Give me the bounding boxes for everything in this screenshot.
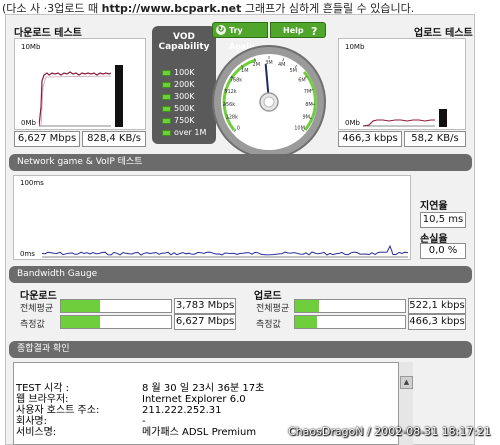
gauge-tick-label: 6M	[298, 78, 306, 84]
upload-graph-line	[363, 119, 435, 127]
top-note-suffix: 그래프가 심하게 흔들릴 수 있습니다.	[241, 2, 415, 14]
download-measured-label: 측정값	[20, 320, 45, 330]
network-scale-bottom: 0ms	[20, 250, 35, 258]
upload-measured-bar-fill	[295, 316, 317, 328]
network-graph-line	[42, 244, 408, 256]
download-graph-panel: 10Mb 0Mb	[14, 38, 146, 130]
download-speed-kbs: 828,4 KB/s	[82, 131, 146, 147]
upload-test-title: 업로드 테스트	[414, 28, 473, 39]
vod-level-300k: 300K	[162, 92, 195, 101]
bandwidth-section-header: Bandwidth Gauge	[9, 266, 472, 283]
gauge-tick-label: 1M	[241, 68, 249, 74]
led-icon	[162, 105, 171, 112]
gauge-tick-label: 9M	[302, 115, 310, 121]
upload-graph	[363, 119, 435, 127]
download-measured-bar-fill	[61, 316, 100, 328]
upload-avg-bar-fill	[295, 300, 320, 312]
summary-row-service: 서비스명: 메가패스 ADSL Premium	[16, 427, 257, 438]
gauge-tick-label: 8M	[305, 102, 313, 108]
loss-value: 0,0 %	[420, 243, 466, 259]
led-icon	[162, 117, 171, 124]
upload-avg-bar	[294, 299, 406, 313]
latency-value: 10,5 ms	[420, 212, 466, 228]
download-measured-bar	[60, 315, 172, 329]
top-note: (다소 사 ·3업로드 때 http://www.bcpark.net 그래프가…	[0, 0, 500, 14]
download-avg-bar-fill	[61, 300, 100, 312]
summary-row-test-time: TEST 시각 :8 월 30 일 23시 36분 17초	[16, 383, 265, 394]
gauge-tick-label: 0	[237, 126, 240, 132]
download-scale-bottom: 0Mb	[21, 119, 36, 127]
download-graph	[39, 71, 111, 127]
vod-title-line1: VOD	[173, 32, 195, 42]
gauge-tick-label: 256k	[223, 102, 236, 108]
upload-speed-kbs: 58,2 KB/s	[404, 131, 466, 147]
download-test-title: 다운로드 테스트	[14, 28, 82, 39]
upload-graph-panel: 10Mb 0Mb	[338, 38, 466, 130]
gauge-tick-label: 7M	[304, 89, 312, 95]
download-level-meter	[115, 65, 123, 127]
download-avg-value: 3,783 Mbps	[174, 298, 236, 314]
summary-section-header: 종합결과 확인	[9, 341, 472, 358]
gauge-tick-label: 5M	[289, 68, 297, 74]
vod-level-750k: 750K	[162, 116, 195, 125]
upload-measured-label: 측정값	[256, 320, 281, 330]
upload-measured-value: 466,3 kbps	[408, 314, 466, 330]
upload-scale-top: 10Mb	[345, 43, 365, 51]
led-icon	[162, 69, 171, 76]
network-scale-top: 100ms	[20, 179, 44, 187]
site-url[interactable]: http://www.bcpark.net	[102, 2, 242, 14]
download-avg-label: 전체평균	[20, 304, 54, 314]
network-section-header: Network game & VoIP 테스트	[9, 154, 472, 171]
upload-avg-value: 522,1 kbps	[408, 298, 466, 314]
watermark: ChaosDragoN / 2002-08-31 18:17:21	[288, 425, 492, 438]
bandwidth-download-title: 다운로드	[20, 291, 57, 302]
download-speed-mbps: 6,627 Mbps	[14, 131, 80, 147]
vod-level-200k: 200K	[162, 80, 195, 89]
refresh-icon: ↻	[216, 25, 226, 35]
vod-capability-panel: VOD Capability 100K 200K 300K 500K 750K …	[152, 26, 216, 144]
gauge-hub-center	[263, 96, 275, 108]
upload-avg-label: 전체평균	[256, 304, 290, 314]
summary-row-company: 회사명: -	[16, 416, 146, 427]
gauge-tick-label: 4M	[278, 62, 286, 68]
scroll-up-icon[interactable]: ▲	[400, 376, 413, 389]
speed-gauge: ↻ Try Again Help ? 0 128k 256k 512k 768k 1M 2M…	[210, 20, 330, 168]
gauge-dial: 0128k256k512k768k1M2M 3M 4M5M6M7M8M9M10M	[212, 45, 326, 159]
latency-label: 지연율	[420, 201, 448, 212]
vod-level-500k: 500K	[162, 104, 195, 113]
network-graph	[42, 244, 408, 258]
vod-level-100k: 100K	[162, 68, 195, 77]
top-note-prefix: (다소 사 ·3업로드 때	[2, 2, 102, 14]
gauge-tick-label: 768k	[230, 78, 243, 84]
vod-title-line2: Capability	[158, 42, 210, 52]
download-avg-bar	[60, 299, 172, 313]
gauge-tick-label: 128k	[226, 115, 239, 121]
try-again-button[interactable]: ↻ Try Again	[212, 22, 268, 51]
network-graph-panel: 100ms 0ms	[13, 175, 411, 260]
help-button[interactable]: Help ?	[270, 22, 326, 38]
bandwidth-upload-title: 업로드	[254, 291, 282, 302]
upload-speed-kbps: 466,3 kbps	[338, 131, 402, 147]
upload-level-meter	[439, 109, 447, 127]
help-label: Help	[283, 26, 304, 35]
vod-level-over-1m: over 1M	[162, 128, 206, 137]
upload-measured-bar	[294, 315, 406, 329]
led-icon	[162, 129, 171, 136]
led-icon	[162, 93, 171, 100]
upload-scale-bottom: 0Mb	[345, 119, 360, 127]
download-graph-line	[39, 71, 111, 127]
download-measured-value: 6,627 Mbps	[174, 314, 236, 330]
led-icon	[162, 81, 171, 88]
summary-row-host: 사용자 호스트 주소: 211.222.252.31	[16, 405, 222, 416]
summary-row-browser: 웹 브라우저: Internet Explorer 6.0	[16, 394, 246, 405]
download-scale-top: 10Mb	[21, 43, 41, 51]
gauge-tick-label: 2M	[253, 62, 260, 68]
